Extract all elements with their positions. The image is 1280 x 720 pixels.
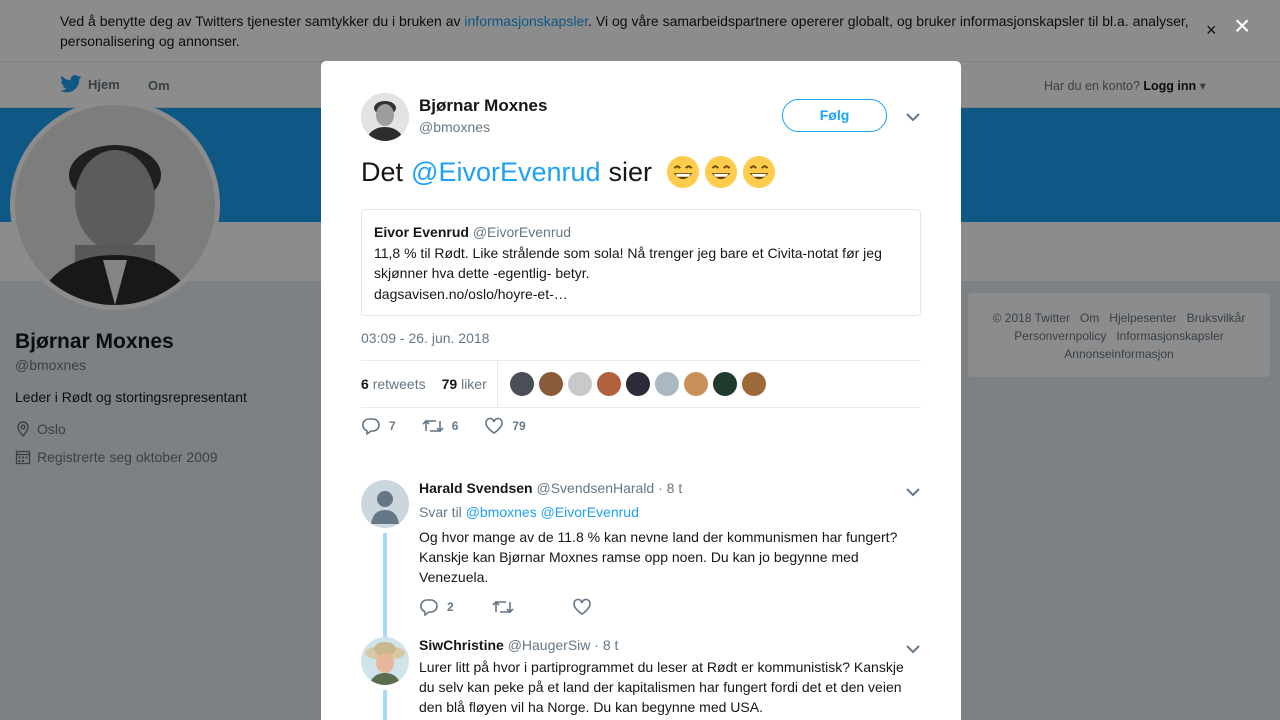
chevron-down-icon[interactable] (906, 484, 920, 502)
tweet-actions: 7 6 79 (361, 417, 552, 435)
liker-avatar[interactable] (712, 372, 737, 396)
liker-avatar[interactable] (567, 372, 592, 396)
reply-header: SiwChristine @HaugerSiw · 8 t (419, 637, 618, 653)
chevron-down-icon[interactable] (906, 109, 920, 127)
default-avatar-icon (361, 480, 409, 528)
liker-avatar[interactable] (683, 372, 708, 396)
reply-actions: 2 (419, 598, 592, 616)
reply-button[interactable]: 7 (361, 417, 396, 435)
follow-button[interactable]: Følg (782, 99, 887, 132)
retweet-button[interactable]: 6 (422, 417, 459, 435)
reply-header: Harald Svendsen @SvendsenHarald · 8 t (419, 480, 682, 496)
grinning-emoji-icon (666, 155, 700, 189)
author-photo (361, 93, 409, 141)
reply-author-handle: @HaugerSiw (507, 637, 591, 653)
liker-avatar[interactable] (538, 372, 563, 396)
like-stat-count: 79 (441, 376, 458, 392)
tweet-text-end: sier (608, 157, 653, 187)
retweet-stat-label: retweets (372, 376, 426, 392)
like-count: 79 (512, 419, 526, 433)
reply-photo (361, 637, 409, 685)
reply-count: 2 (447, 600, 454, 614)
tweet-timestamp[interactable]: 03:09 - 26. jun. 2018 (361, 330, 489, 346)
retweet-icon (492, 600, 514, 614)
like-stat[interactable]: 79 liker (442, 376, 487, 392)
reply-author-name[interactable]: SiwChristine (419, 637, 504, 653)
like-button[interactable]: 79 (484, 417, 526, 435)
reply-icon (420, 599, 438, 616)
tweet-text: Det @EivorEvenrud sier (361, 153, 776, 191)
reply-avatar[interactable] (361, 637, 409, 685)
retweet-icon (422, 419, 444, 433)
reply-author-name[interactable]: Harald Svendsen (419, 480, 533, 496)
reply-body: Og hvor mange av de 11.8 % kan nevne lan… (419, 529, 898, 585)
grinning-emoji-icon (704, 155, 738, 189)
liker-avatar[interactable] (596, 372, 621, 396)
tweet-stats: 6 retweets 79 liker (361, 360, 921, 408)
like-stat-label: liker (461, 376, 487, 392)
reply-avatar[interactable] (361, 480, 409, 528)
retweet-button[interactable] (492, 598, 514, 616)
retweet-count: 6 (451, 419, 459, 433)
tweet-mention[interactable]: @EivorEvenrud (411, 153, 601, 191)
reply-time[interactable]: · 8 t (658, 480, 682, 496)
thread-line (383, 533, 387, 643)
grinning-emoji-icon (742, 155, 776, 189)
modal-close-button[interactable]: × (1234, 12, 1250, 40)
retweet-stat-count: 6 (361, 376, 369, 392)
reply-to: Svar til @bmoxnes @EivorEvenrud (419, 504, 639, 520)
reply-button[interactable]: 2 (419, 598, 454, 616)
heart-icon (485, 417, 504, 434)
tweet-text-start: Det (361, 157, 404, 187)
quote-author-name: Eivor Evenrud (374, 224, 469, 240)
reply-author-handle: @SvendsenHarald (536, 480, 655, 496)
reply-to-label: Svar til (419, 504, 462, 520)
reply-body: Lurer litt på hvor i partiprogrammet du … (419, 659, 904, 715)
liker-avatar[interactable] (625, 372, 650, 396)
liker-avatar[interactable] (509, 372, 534, 396)
quoted-tweet[interactable]: Eivor Evenrud @EivorEvenrud 11,8 % til R… (361, 209, 921, 316)
likers-avatars (509, 372, 766, 396)
liker-avatar[interactable] (654, 372, 679, 396)
heart-icon (572, 598, 591, 615)
thread-line (383, 690, 387, 720)
like-button[interactable] (572, 598, 592, 616)
tweet-author-avatar[interactable] (361, 93, 409, 141)
tweet-author-name[interactable]: Bjørnar Moxnes (419, 96, 547, 116)
quote-body: 11,8 % til Rødt. Like strålende som sola… (374, 245, 882, 281)
quote-author-handle: @EivorEvenrud (472, 224, 572, 240)
quote-link[interactable]: dagsavisen.no/oslo/hoyre-et-… (374, 284, 908, 304)
retweet-stat[interactable]: 6 retweets (361, 376, 426, 392)
stats-divider (496, 360, 498, 408)
reply-time[interactable]: · 8 t (594, 637, 618, 653)
reply-icon (362, 418, 380, 435)
tweet-author-handle: @bmoxnes (419, 119, 491, 135)
liker-avatar[interactable] (741, 372, 766, 396)
reply-to-mentions[interactable]: @bmoxnes @EivorEvenrud (466, 504, 639, 520)
tweet-modal: Bjørnar Moxnes @bmoxnes Følg Det @EivorE… (321, 61, 961, 720)
reply-count: 7 (389, 419, 396, 433)
